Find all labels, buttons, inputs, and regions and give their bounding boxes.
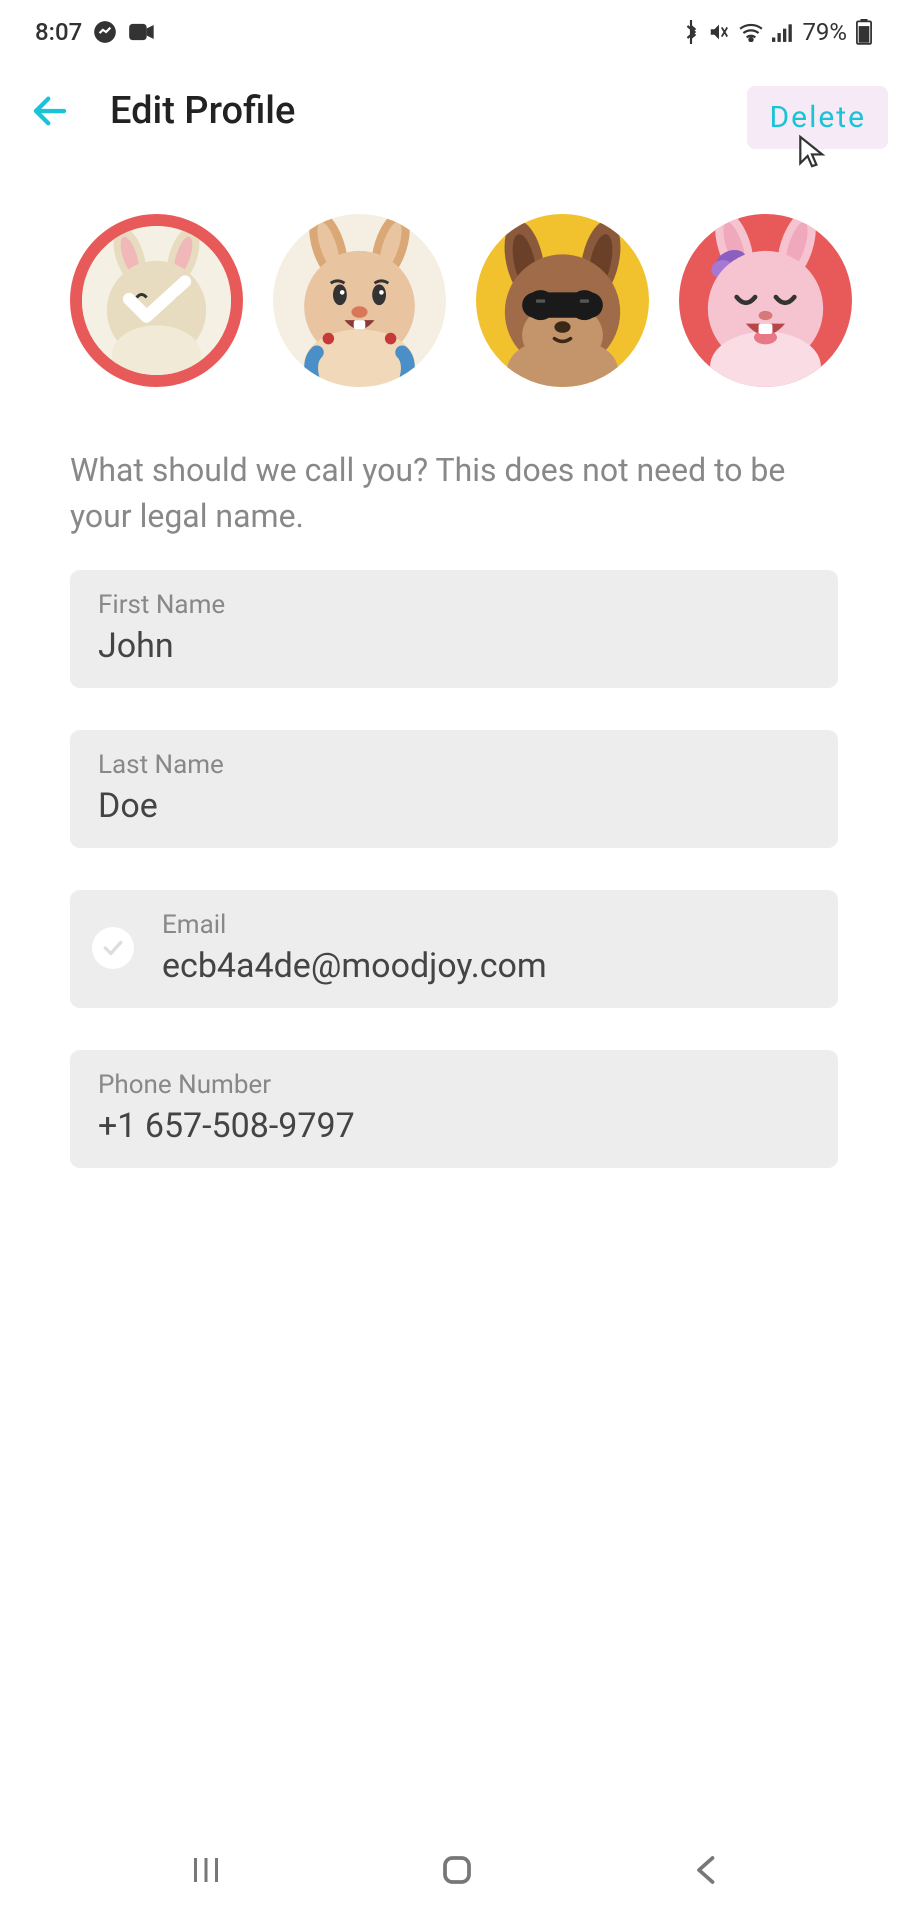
avatar-option-3[interactable] bbox=[476, 214, 649, 387]
status-time: 8:07 bbox=[35, 18, 82, 46]
last-name-label: Last Name bbox=[98, 750, 810, 780]
android-back-button[interactable] bbox=[690, 1852, 720, 1888]
avatar-selector bbox=[0, 166, 908, 407]
signal-icon bbox=[772, 22, 794, 42]
messenger-icon bbox=[92, 19, 118, 45]
home-icon bbox=[439, 1852, 475, 1888]
status-left: 8:07 bbox=[35, 18, 156, 46]
phone-value: +1 657-508-9797 bbox=[98, 1106, 810, 1146]
bluetooth-icon bbox=[682, 20, 700, 44]
mute-vibrate-icon bbox=[708, 21, 730, 43]
email-label: Email bbox=[162, 910, 547, 940]
cursor-icon bbox=[796, 134, 828, 176]
bunny-avatar-pink bbox=[679, 214, 852, 387]
profile-form: First Name John Last Name Doe Email ecb4… bbox=[0, 570, 908, 1168]
avatar-option-2[interactable] bbox=[273, 214, 446, 387]
email-field[interactable]: Email ecb4a4de@moodjoy.com bbox=[70, 890, 838, 1008]
android-nav-bar bbox=[0, 1820, 908, 1920]
phone-field[interactable]: Phone Number +1 657-508-9797 bbox=[70, 1050, 838, 1168]
dog-avatar-brown bbox=[476, 214, 649, 387]
battery-icon bbox=[855, 19, 873, 45]
subtitle-text: What should we call you? This does not n… bbox=[0, 407, 908, 570]
first-name-field[interactable]: First Name John bbox=[70, 570, 838, 688]
status-right: 79% bbox=[682, 18, 873, 46]
phone-label: Phone Number bbox=[98, 1070, 810, 1100]
header: Edit Profile Delete bbox=[0, 56, 908, 166]
status-bar: 8:07 79% bbox=[0, 0, 908, 56]
last-name-value: Doe bbox=[98, 786, 810, 826]
recent-apps-icon bbox=[188, 1852, 224, 1888]
battery-percent: 79% bbox=[802, 18, 847, 46]
wifi-icon bbox=[738, 22, 764, 42]
avatar-option-4[interactable] bbox=[679, 214, 852, 387]
avatar-option-1[interactable] bbox=[70, 214, 243, 387]
video-icon bbox=[128, 21, 156, 43]
back-button[interactable] bbox=[25, 86, 75, 136]
recent-apps-button[interactable] bbox=[188, 1852, 224, 1888]
verified-check-icon bbox=[92, 927, 134, 969]
checkmark-icon bbox=[122, 271, 192, 330]
bunny-avatar-tan bbox=[273, 214, 446, 387]
first-name-label: First Name bbox=[98, 590, 810, 620]
arrow-left-icon bbox=[29, 90, 71, 132]
last-name-field[interactable]: Last Name Doe bbox=[70, 730, 838, 848]
back-chevron-icon bbox=[690, 1852, 720, 1888]
page-title: Edit Profile bbox=[110, 89, 295, 133]
email-value: ecb4a4de@moodjoy.com bbox=[162, 946, 547, 986]
home-button[interactable] bbox=[439, 1852, 475, 1888]
first-name-value: John bbox=[98, 626, 810, 666]
